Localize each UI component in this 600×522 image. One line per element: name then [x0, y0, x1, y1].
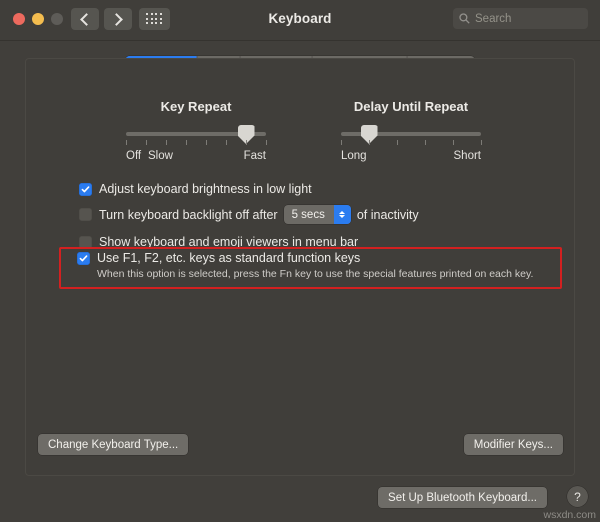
- backlight-off-row[interactable]: Turn keyboard backlight off after 5 secs…: [79, 205, 419, 224]
- function-keys-description: When this option is selected, press the …: [97, 268, 534, 280]
- help-button[interactable]: ?: [567, 486, 588, 507]
- title-bar: Keyboard: [0, 0, 600, 41]
- search-icon: [459, 13, 470, 24]
- delay-ticks: [341, 140, 482, 148]
- key-repeat-labels: Off Slow Fast: [126, 150, 266, 164]
- search-input[interactable]: [475, 12, 575, 25]
- delay-title: Delay Until Repeat: [353, 99, 469, 114]
- setup-bluetooth-keyboard-button[interactable]: Set Up Bluetooth Keyboard...: [378, 487, 547, 508]
- delay-until-repeat-slider-group: Delay Until Repeat Long Short: [341, 99, 482, 164]
- function-keys-row[interactable]: Use F1, F2, etc. keys as standard functi…: [77, 251, 360, 265]
- backlight-delay-select[interactable]: 5 secs: [283, 205, 351, 224]
- change-keyboard-type-button[interactable]: Change Keyboard Type...: [38, 434, 189, 455]
- delay-long-label: Long: [341, 150, 367, 162]
- adjust-brightness-checkbox[interactable]: [79, 182, 92, 196]
- adjust-brightness-row[interactable]: Adjust keyboard brightness in low light: [79, 182, 312, 196]
- key-repeat-slow-label: Slow: [148, 150, 173, 162]
- function-keys-checkbox[interactable]: [77, 252, 90, 265]
- keyboard-preferences-window: Keyboard Keyboard Text Shortcuts Input S…: [0, 0, 600, 522]
- delay-labels: Long Short: [341, 150, 481, 164]
- key-repeat-title: Key Repeat: [160, 99, 232, 114]
- key-repeat-slider-group: Key Repeat Off Slow Fast: [126, 99, 267, 164]
- watermark: wsxdn.com: [543, 509, 596, 521]
- delay-short-label: Short: [453, 150, 482, 162]
- modifier-keys-button[interactable]: Modifier Keys...: [463, 434, 563, 455]
- function-keys-label: Use F1, F2, etc. keys as standard functi…: [97, 251, 361, 265]
- adjust-brightness-label: Adjust keyboard brightness in low light: [99, 182, 312, 196]
- backlight-off-label-before: Turn keyboard backlight off after: [99, 207, 278, 222]
- delay-track[interactable]: [341, 125, 481, 144]
- key-repeat-fast-label: Fast: [243, 150, 266, 162]
- chevron-updown-icon: [333, 205, 351, 224]
- search-box[interactable]: [453, 8, 588, 29]
- key-repeat-ticks: [126, 140, 267, 148]
- backlight-delay-value: 5 secs: [291, 208, 325, 221]
- backlight-off-label-after: of inactivity: [356, 207, 419, 222]
- key-repeat-track[interactable]: [126, 125, 266, 144]
- backlight-off-checkbox[interactable]: [79, 208, 92, 221]
- key-repeat-off-label: Off: [126, 150, 142, 162]
